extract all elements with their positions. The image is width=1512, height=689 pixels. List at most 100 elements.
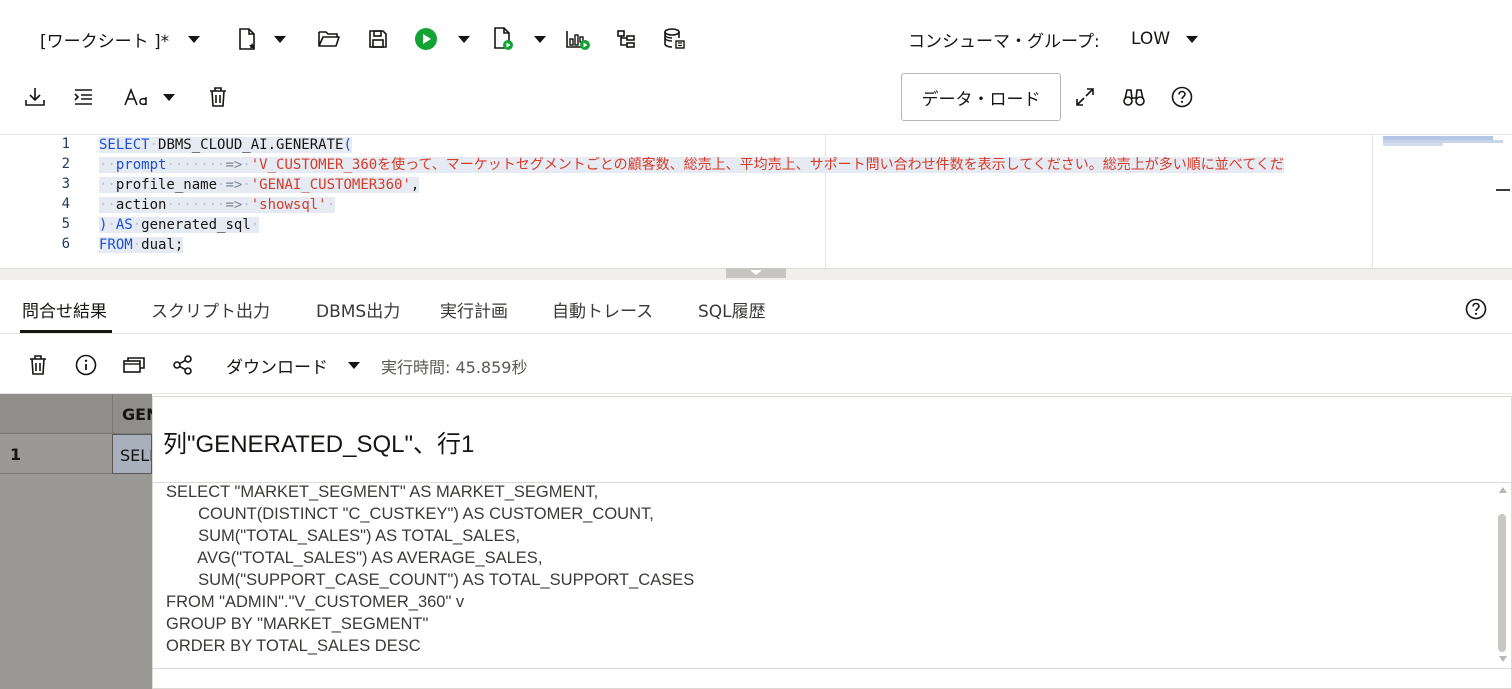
line-number: 1 bbox=[61, 136, 70, 152]
line-number: 4 bbox=[61, 196, 70, 212]
font-size-dropdown[interactable] bbox=[161, 88, 177, 106]
download-menu-label: ダウンロード bbox=[226, 357, 328, 378]
run-statement-button[interactable] bbox=[413, 26, 439, 52]
consumer-group-dropdown[interactable] bbox=[1184, 30, 1200, 48]
chevron-down-icon bbox=[1186, 35, 1198, 43]
sql-string: 'V_CUSTOMER_360を使って、マーケットセグメントごとの顧客数、総売上… bbox=[250, 157, 1284, 173]
sql-function: DBMS_CLOUD_AI.GENERATE bbox=[158, 137, 344, 153]
chevron-down-icon bbox=[348, 361, 360, 369]
new-file-icon bbox=[239, 28, 255, 50]
scroll-up-icon[interactable] bbox=[1499, 487, 1507, 493]
chevron-down-icon bbox=[534, 35, 546, 43]
binoculars-icon bbox=[1123, 89, 1145, 106]
expand-icon bbox=[1076, 88, 1094, 106]
results-help-button[interactable] bbox=[1463, 296, 1489, 322]
share-icon bbox=[173, 355, 192, 375]
worksheet-selector[interactable]: [ワークシート ]* bbox=[40, 28, 170, 52]
data-load-label: データ・ロード bbox=[921, 89, 1041, 110]
new-worksheet-button[interactable] bbox=[234, 26, 260, 52]
tabs-divider bbox=[0, 333, 1512, 334]
download-icon bbox=[25, 88, 45, 106]
chevron-down-icon bbox=[274, 35, 286, 43]
run-script-icon bbox=[494, 27, 513, 50]
single-record-view-button[interactable] bbox=[121, 352, 147, 378]
consumer-group-select[interactable]: LOW bbox=[1131, 28, 1170, 50]
help-icon bbox=[1465, 298, 1487, 320]
tab-script-output[interactable]: スクリプト出力 bbox=[151, 297, 270, 322]
worksheet-dropdown-button[interactable] bbox=[186, 30, 202, 48]
editor-minimap[interactable] bbox=[1372, 134, 1512, 268]
sql-comma: , bbox=[410, 177, 420, 193]
editor-cursor-marker bbox=[1496, 189, 1510, 191]
format-indent-icon bbox=[74, 89, 92, 105]
scroll-down-icon[interactable] bbox=[1499, 656, 1507, 662]
results-divider bbox=[0, 393, 1512, 394]
sql-param: profile_name bbox=[115, 177, 218, 193]
grid-row-number: 1 bbox=[10, 445, 22, 464]
database-icon bbox=[664, 28, 685, 49]
share-button[interactable] bbox=[170, 352, 196, 378]
save-button[interactable] bbox=[365, 27, 391, 51]
consumer-group-value: LOW bbox=[1131, 29, 1171, 49]
sql-keyword: AS bbox=[115, 217, 133, 233]
grid-column-header[interactable]: GENERATED_SQL bbox=[112, 394, 152, 434]
line-number: 6 bbox=[61, 236, 70, 252]
tab-query-result[interactable]: 問合せ結果 bbox=[22, 297, 107, 322]
download-menu-dropdown[interactable] bbox=[346, 356, 362, 374]
sql-paren: ( bbox=[343, 137, 352, 153]
chevron-down-icon bbox=[188, 35, 200, 43]
chevron-down-icon bbox=[163, 93, 175, 101]
explain-plan-button[interactable] bbox=[564, 26, 592, 52]
sql-history-button[interactable] bbox=[661, 26, 687, 52]
open-button[interactable] bbox=[316, 27, 342, 51]
consumer-group-label: コンシューマ・グループ: bbox=[908, 28, 1100, 52]
grid-cell-selected[interactable]: SELECT bbox=[112, 434, 152, 474]
tab-sql-history[interactable]: SQL履歴 bbox=[698, 297, 766, 322]
info-button[interactable] bbox=[73, 352, 99, 378]
tab-explain-plan[interactable]: 実行計画 bbox=[440, 297, 508, 322]
sql-param: prompt bbox=[115, 157, 167, 173]
chevron-down-icon bbox=[750, 270, 762, 275]
splitter-handle[interactable] bbox=[726, 268, 786, 278]
sql-table: dual; bbox=[141, 237, 184, 253]
font-size-button[interactable] bbox=[122, 84, 150, 110]
trash-icon bbox=[30, 355, 46, 375]
font-size-icon bbox=[124, 87, 147, 106]
clear-results-button[interactable] bbox=[25, 352, 51, 378]
folder-open-icon bbox=[318, 31, 340, 47]
format-button[interactable] bbox=[70, 84, 96, 110]
execution-time: 実行時間: 45.859秒 bbox=[381, 358, 528, 377]
expand-button[interactable] bbox=[1072, 84, 1098, 110]
clear-button[interactable] bbox=[205, 84, 231, 110]
dialog-footer-divider bbox=[152, 668, 1512, 669]
info-icon bbox=[75, 354, 97, 376]
tab-autotrace[interactable]: 自動トレース bbox=[552, 297, 653, 322]
autotrace-button[interactable] bbox=[613, 26, 639, 52]
sql-keyword: FROM bbox=[99, 237, 133, 253]
scrollbar-thumb[interactable] bbox=[1498, 514, 1506, 652]
sql-param: action bbox=[115, 197, 167, 213]
generated-sql-text[interactable]: SELECT "MARKET_SEGMENT" AS MARKET_SEGMEN… bbox=[166, 481, 694, 657]
help-button[interactable] bbox=[1169, 84, 1195, 110]
tab-dbms-output[interactable]: DBMS出力 bbox=[316, 297, 400, 322]
code-line-6: FROM·dual; bbox=[99, 237, 184, 253]
worksheet-label: [ワークシート ]* bbox=[40, 31, 170, 52]
code-line-4: ··action·······=>·'showsql'· bbox=[99, 197, 336, 213]
autotrace-icon bbox=[617, 30, 635, 48]
window-icon bbox=[123, 357, 145, 373]
run-dropdown[interactable] bbox=[456, 30, 472, 48]
explain-plan-icon bbox=[566, 31, 590, 50]
run-script-button[interactable] bbox=[490, 26, 516, 52]
chevron-down-icon bbox=[458, 35, 470, 43]
save-icon bbox=[369, 30, 387, 48]
find-button[interactable] bbox=[1120, 84, 1148, 110]
sql-string: 'GENAI_CUSTOMER360' bbox=[250, 177, 411, 193]
sql-arrow: => bbox=[225, 157, 243, 173]
new-worksheet-dropdown[interactable] bbox=[272, 30, 288, 48]
data-load-button[interactable]: データ・ロード bbox=[901, 73, 1061, 121]
download-menu[interactable]: ダウンロード bbox=[226, 354, 328, 378]
help-icon bbox=[1171, 86, 1193, 108]
download-button[interactable] bbox=[22, 84, 48, 110]
sql-arrow: => bbox=[225, 197, 243, 213]
run-script-dropdown[interactable] bbox=[532, 30, 548, 48]
